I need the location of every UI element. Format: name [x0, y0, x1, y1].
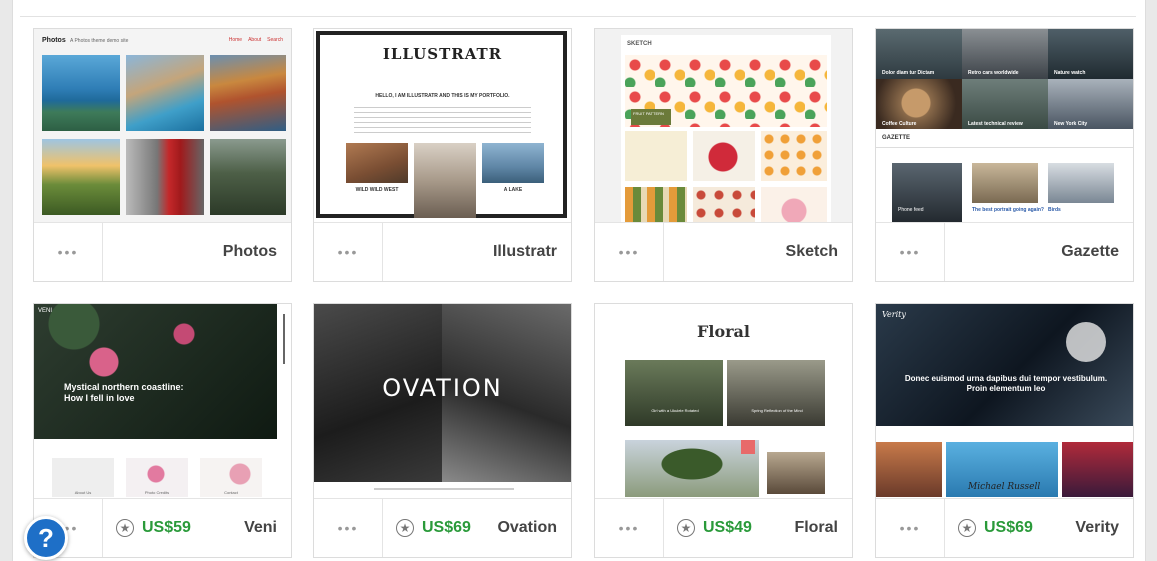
more-options-button[interactable]: ••• [876, 499, 945, 557]
preview-banner: GAZETTE [882, 135, 910, 141]
theme-card-ovation[interactable]: OVATION ••• ★ US$69 Ovation [313, 303, 572, 558]
theme-name[interactable]: Veni [244, 499, 277, 557]
preview-banner: OVATION [382, 374, 503, 402]
theme-card-verity[interactable]: Verity Donec euismod urna dapibus dui te… [875, 303, 1134, 558]
preview-logo: Verity [882, 310, 906, 319]
pattern-tile [625, 131, 687, 181]
pattern-tile [761, 131, 827, 181]
portfolio-caption: A LAKE [503, 187, 523, 193]
photo-tile [210, 55, 286, 131]
pattern-tile [625, 187, 687, 222]
more-options-button[interactable]: ••• [876, 223, 945, 281]
theme-preview-ovation[interactable]: OVATION [314, 304, 571, 497]
more-options-button[interactable]: ••• [595, 223, 664, 281]
portfolio-caption: WILD WILD WEST [355, 187, 399, 193]
theme-card-illustratr[interactable]: ILLUSTRATR HELLO, I AM ILLUSTRATR AND TH… [313, 28, 572, 282]
price-label: US$69 [422, 519, 471, 536]
photo-tile [42, 55, 120, 131]
portfolio-tile [482, 143, 544, 183]
star-icon: ★ [677, 519, 695, 537]
preview-banner: ILLUSTRATR [382, 45, 503, 63]
theme-name[interactable]: Photos [223, 223, 277, 281]
pattern-tile [693, 131, 755, 181]
theme-card-footer: ••• Gazette [876, 222, 1133, 281]
theme-card-footer: ••• Illustratr [314, 222, 571, 281]
theme-card-photos[interactable]: Photos A Photos theme demo site Home Abou… [33, 28, 292, 282]
theme-preview-illustratr[interactable]: ILLUSTRATR HELLO, I AM ILLUSTRATR AND TH… [314, 29, 571, 222]
theme-name[interactable]: Verity [1075, 499, 1119, 557]
star-icon: ★ [958, 519, 976, 537]
theme-name[interactable]: Sketch [786, 223, 838, 281]
theme-card-footer: ••• ★ US$69 Verity [876, 498, 1133, 557]
pattern-label: FRUIT PATTERN [631, 109, 671, 125]
star-icon: ★ [396, 519, 414, 537]
theme-preview-veni[interactable]: VENI Mystical northern coastline: How I … [34, 304, 291, 497]
theme-name[interactable]: Ovation [497, 499, 557, 557]
theme-name[interactable]: Illustratr [493, 223, 557, 281]
theme-card-sketch[interactable]: SKETCH FRUIT PATTERN ••• Sketch [594, 28, 853, 282]
preview-headline: Donec euismod urna dapibus dui tempor ve… [904, 374, 1108, 393]
preview-nav: Home About Search [228, 37, 283, 43]
photo-tile [126, 55, 204, 131]
photo-tile [42, 139, 120, 215]
theme-name[interactable]: Gazette [1061, 223, 1119, 281]
theme-card-footer: ••• Sketch [595, 222, 852, 281]
theme-card-footer: ••• Photos [34, 222, 291, 281]
preview-banner: SKETCH [627, 41, 652, 47]
theme-preview-photos[interactable]: Photos A Photos theme demo site Home Abou… [34, 29, 291, 222]
theme-card-gazette[interactable]: Dolor diam tur Dictam Retro cars worldwi… [875, 28, 1134, 282]
preview-banner: Floral [697, 322, 750, 341]
premium-price: ★ US$59 [116, 499, 191, 557]
theme-preview-floral[interactable]: Floral Girl with a Ukulele Rotated Sprin… [595, 304, 852, 497]
help-button[interactable]: ? [24, 516, 68, 560]
photo-tile [126, 139, 204, 215]
theme-preview-gazette[interactable]: Dolor diam tur Dictam Retro cars worldwi… [876, 29, 1133, 222]
theme-name[interactable]: Floral [794, 499, 838, 557]
theme-card-footer: ••• ★ US$49 Floral [595, 498, 852, 557]
price-label: US$49 [703, 519, 752, 536]
theme-card-veni[interactable]: VENI Mystical northern coastline: How I … [33, 303, 292, 558]
preview-headline: HELLO, I AM ILLUSTRATR AND THIS IS MY PO… [375, 93, 510, 99]
theme-preview-sketch[interactable]: SKETCH FRUIT PATTERN [595, 29, 852, 222]
theme-card-floral[interactable]: Floral Girl with a Ukulele Rotated Sprin… [594, 303, 853, 558]
more-options-button[interactable]: ••• [595, 499, 664, 557]
star-icon: ★ [116, 519, 134, 537]
premium-price: ★ US$69 [958, 499, 1033, 557]
theme-card-footer: ••• ★ US$69 Ovation [314, 498, 571, 557]
more-options-button[interactable]: ••• [314, 499, 383, 557]
preview-headline: Mystical northern coastline: How I fell … [64, 382, 184, 403]
more-options-button[interactable]: ••• [34, 223, 103, 281]
portfolio-tile [346, 143, 408, 183]
theme-card-footer: ••• ★ US$59 Veni [34, 498, 291, 557]
premium-price: ★ US$49 [677, 499, 752, 557]
pattern-tile [693, 187, 755, 222]
price-label: US$59 [142, 519, 191, 536]
preview-banner: VENI [38, 308, 53, 314]
pattern-tile [761, 187, 827, 222]
divider [20, 16, 1136, 17]
preview-signature: Michael Russell [968, 482, 1041, 492]
theme-preview-verity[interactable]: Verity Donec euismod urna dapibus dui te… [876, 304, 1133, 497]
price-label: US$69 [984, 519, 1033, 536]
portfolio-tile [414, 143, 476, 218]
more-options-button[interactable]: ••• [314, 223, 383, 281]
photo-tile [210, 139, 286, 215]
premium-price: ★ US$69 [396, 499, 471, 557]
preview-site-subtitle: A Photos theme demo site [70, 38, 129, 44]
preview-site-title: Photos [42, 37, 66, 44]
